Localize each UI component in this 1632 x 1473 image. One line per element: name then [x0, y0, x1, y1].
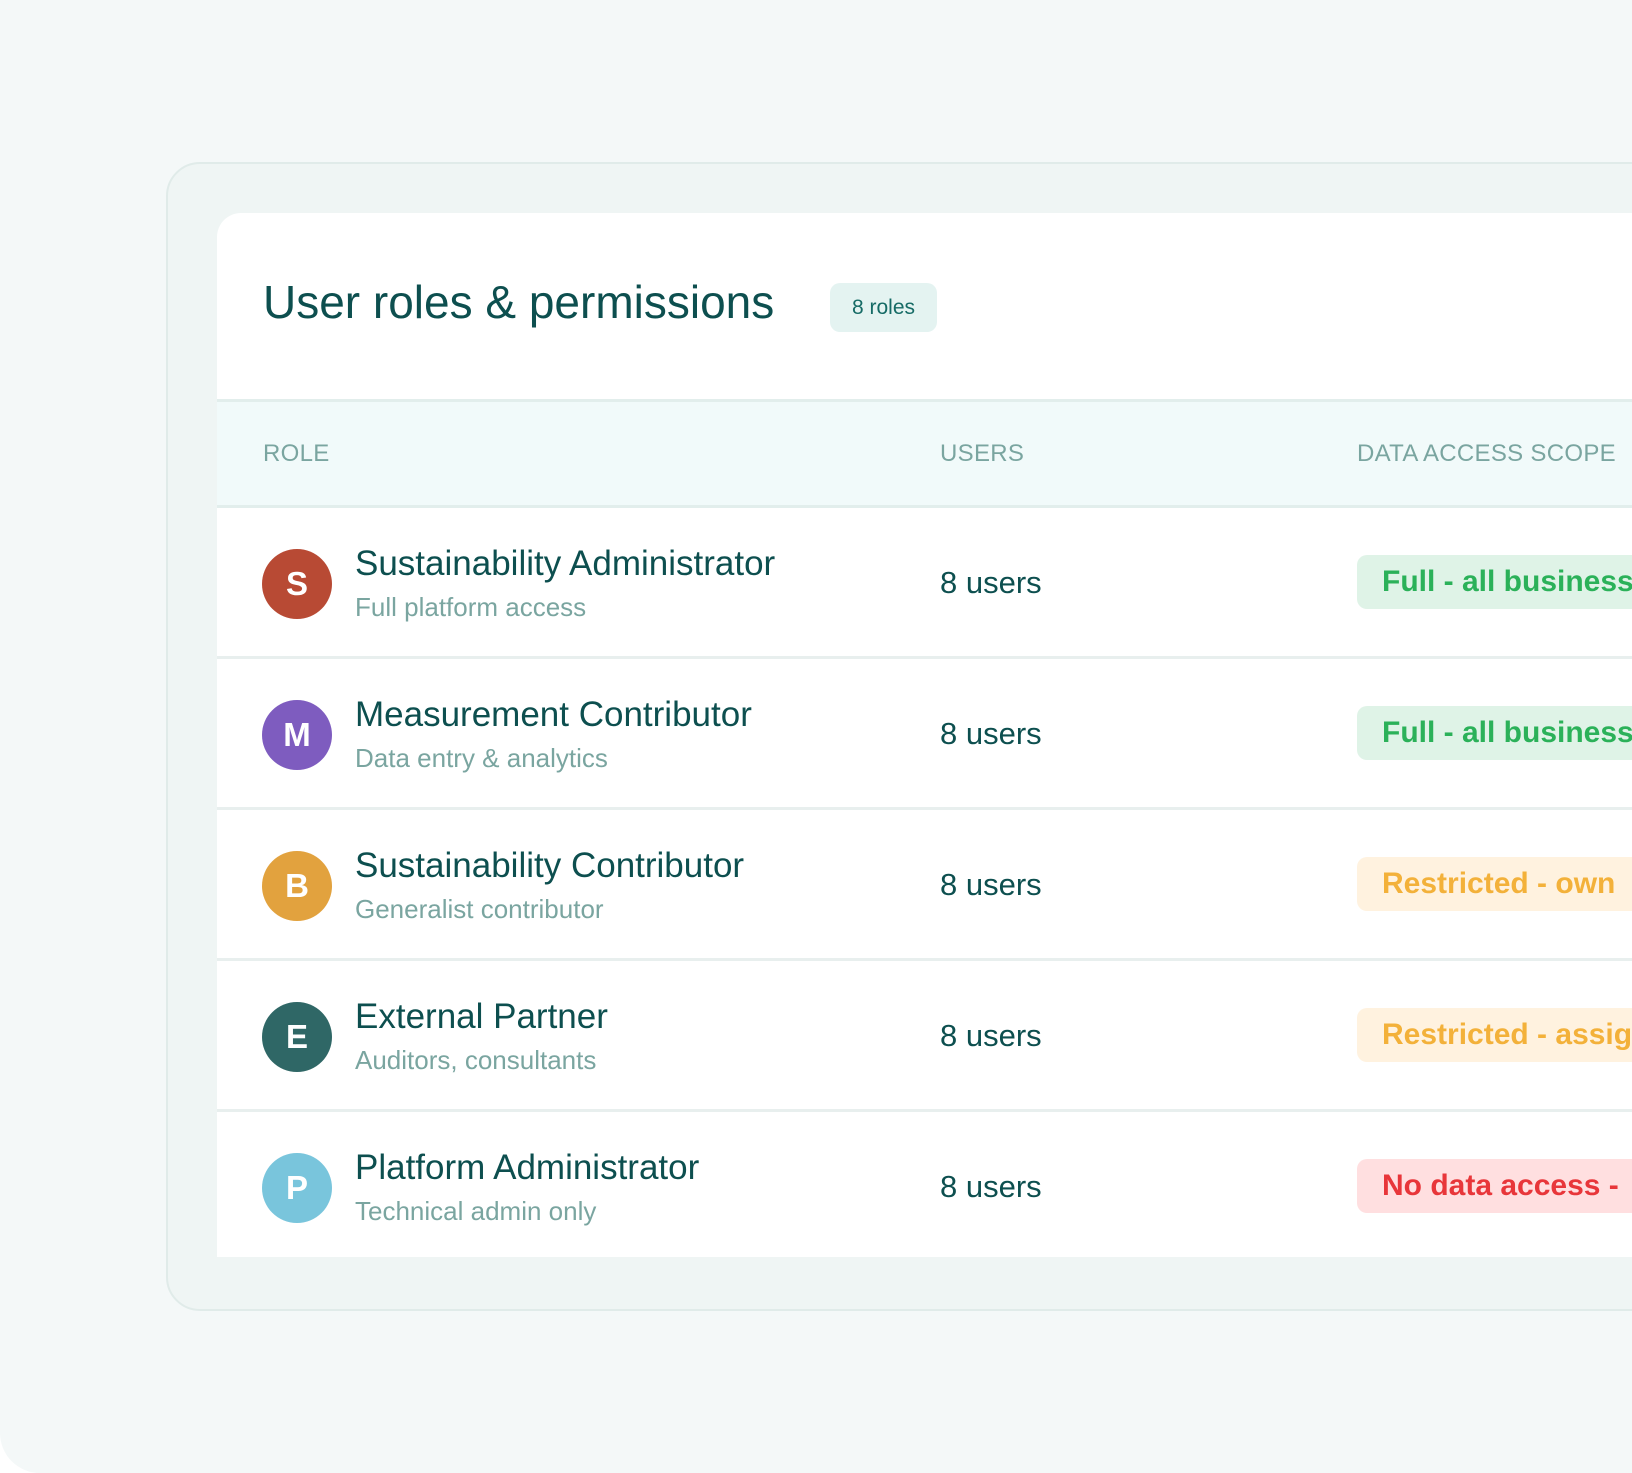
access-scope-badge: Full - all business — [1357, 706, 1632, 760]
role-description: Technical admin only — [355, 1196, 597, 1226]
avatar: E — [262, 1002, 332, 1072]
user-count: 8 users — [940, 1169, 1042, 1204]
page-backdrop: User roles & permissions 8 roles ROLE US… — [0, 0, 1632, 1473]
role-name: Sustainability Administrator — [355, 544, 776, 583]
access-scope-badge: Restricted - assig — [1357, 1008, 1632, 1062]
table-row[interactable]: E External Partner Auditors, consultants… — [217, 961, 1632, 1112]
user-count: 8 users — [940, 867, 1042, 902]
access-scope-badge: No data access - — [1357, 1159, 1632, 1213]
column-header-role[interactable]: ROLE — [263, 440, 330, 468]
access-scope-badge: Restricted - own — [1357, 857, 1632, 911]
page-title: User roles & permissions — [263, 276, 775, 328]
table-row[interactable]: S Sustainability Administrator Full plat… — [217, 508, 1632, 659]
role-description: Data entry & analytics — [355, 743, 608, 773]
table-row[interactable]: M Measurement Contributor Data entry & a… — [217, 659, 1632, 810]
table-row[interactable]: B Sustainability Contributor Generalist … — [217, 810, 1632, 961]
roles-count-badge: 8 roles — [830, 283, 938, 332]
avatar: P — [262, 1153, 332, 1223]
roles-card: User roles & permissions 8 roles ROLE US… — [217, 213, 1632, 1257]
access-scope-badge: Full - all business — [1357, 555, 1632, 609]
table-row[interactable]: P Platform Administrator Technical admin… — [217, 1112, 1632, 1257]
user-count: 8 users — [940, 565, 1042, 600]
role-description: Full platform access — [355, 592, 587, 622]
avatar: B — [262, 851, 332, 921]
table-header: ROLE USERS DATA ACCESS SCOPE — [217, 402, 1632, 508]
card-header: User roles & permissions 8 roles — [217, 213, 1632, 402]
role-name: Measurement Contributor — [355, 695, 752, 734]
user-count: 8 users — [940, 716, 1042, 751]
column-header-users[interactable]: USERS — [940, 440, 1024, 468]
avatar: S — [262, 549, 332, 619]
column-header-data-access-scope[interactable]: DATA ACCESS SCOPE — [1357, 440, 1616, 468]
role-description: Generalist contributor — [355, 894, 604, 924]
user-count: 8 users — [940, 1018, 1042, 1053]
role-name: Sustainability Contributor — [355, 846, 745, 885]
role-description: Auditors, consultants — [355, 1045, 597, 1075]
role-name: Platform Administrator — [355, 1148, 700, 1187]
avatar: M — [262, 700, 332, 770]
role-name: External Partner — [355, 997, 608, 1036]
